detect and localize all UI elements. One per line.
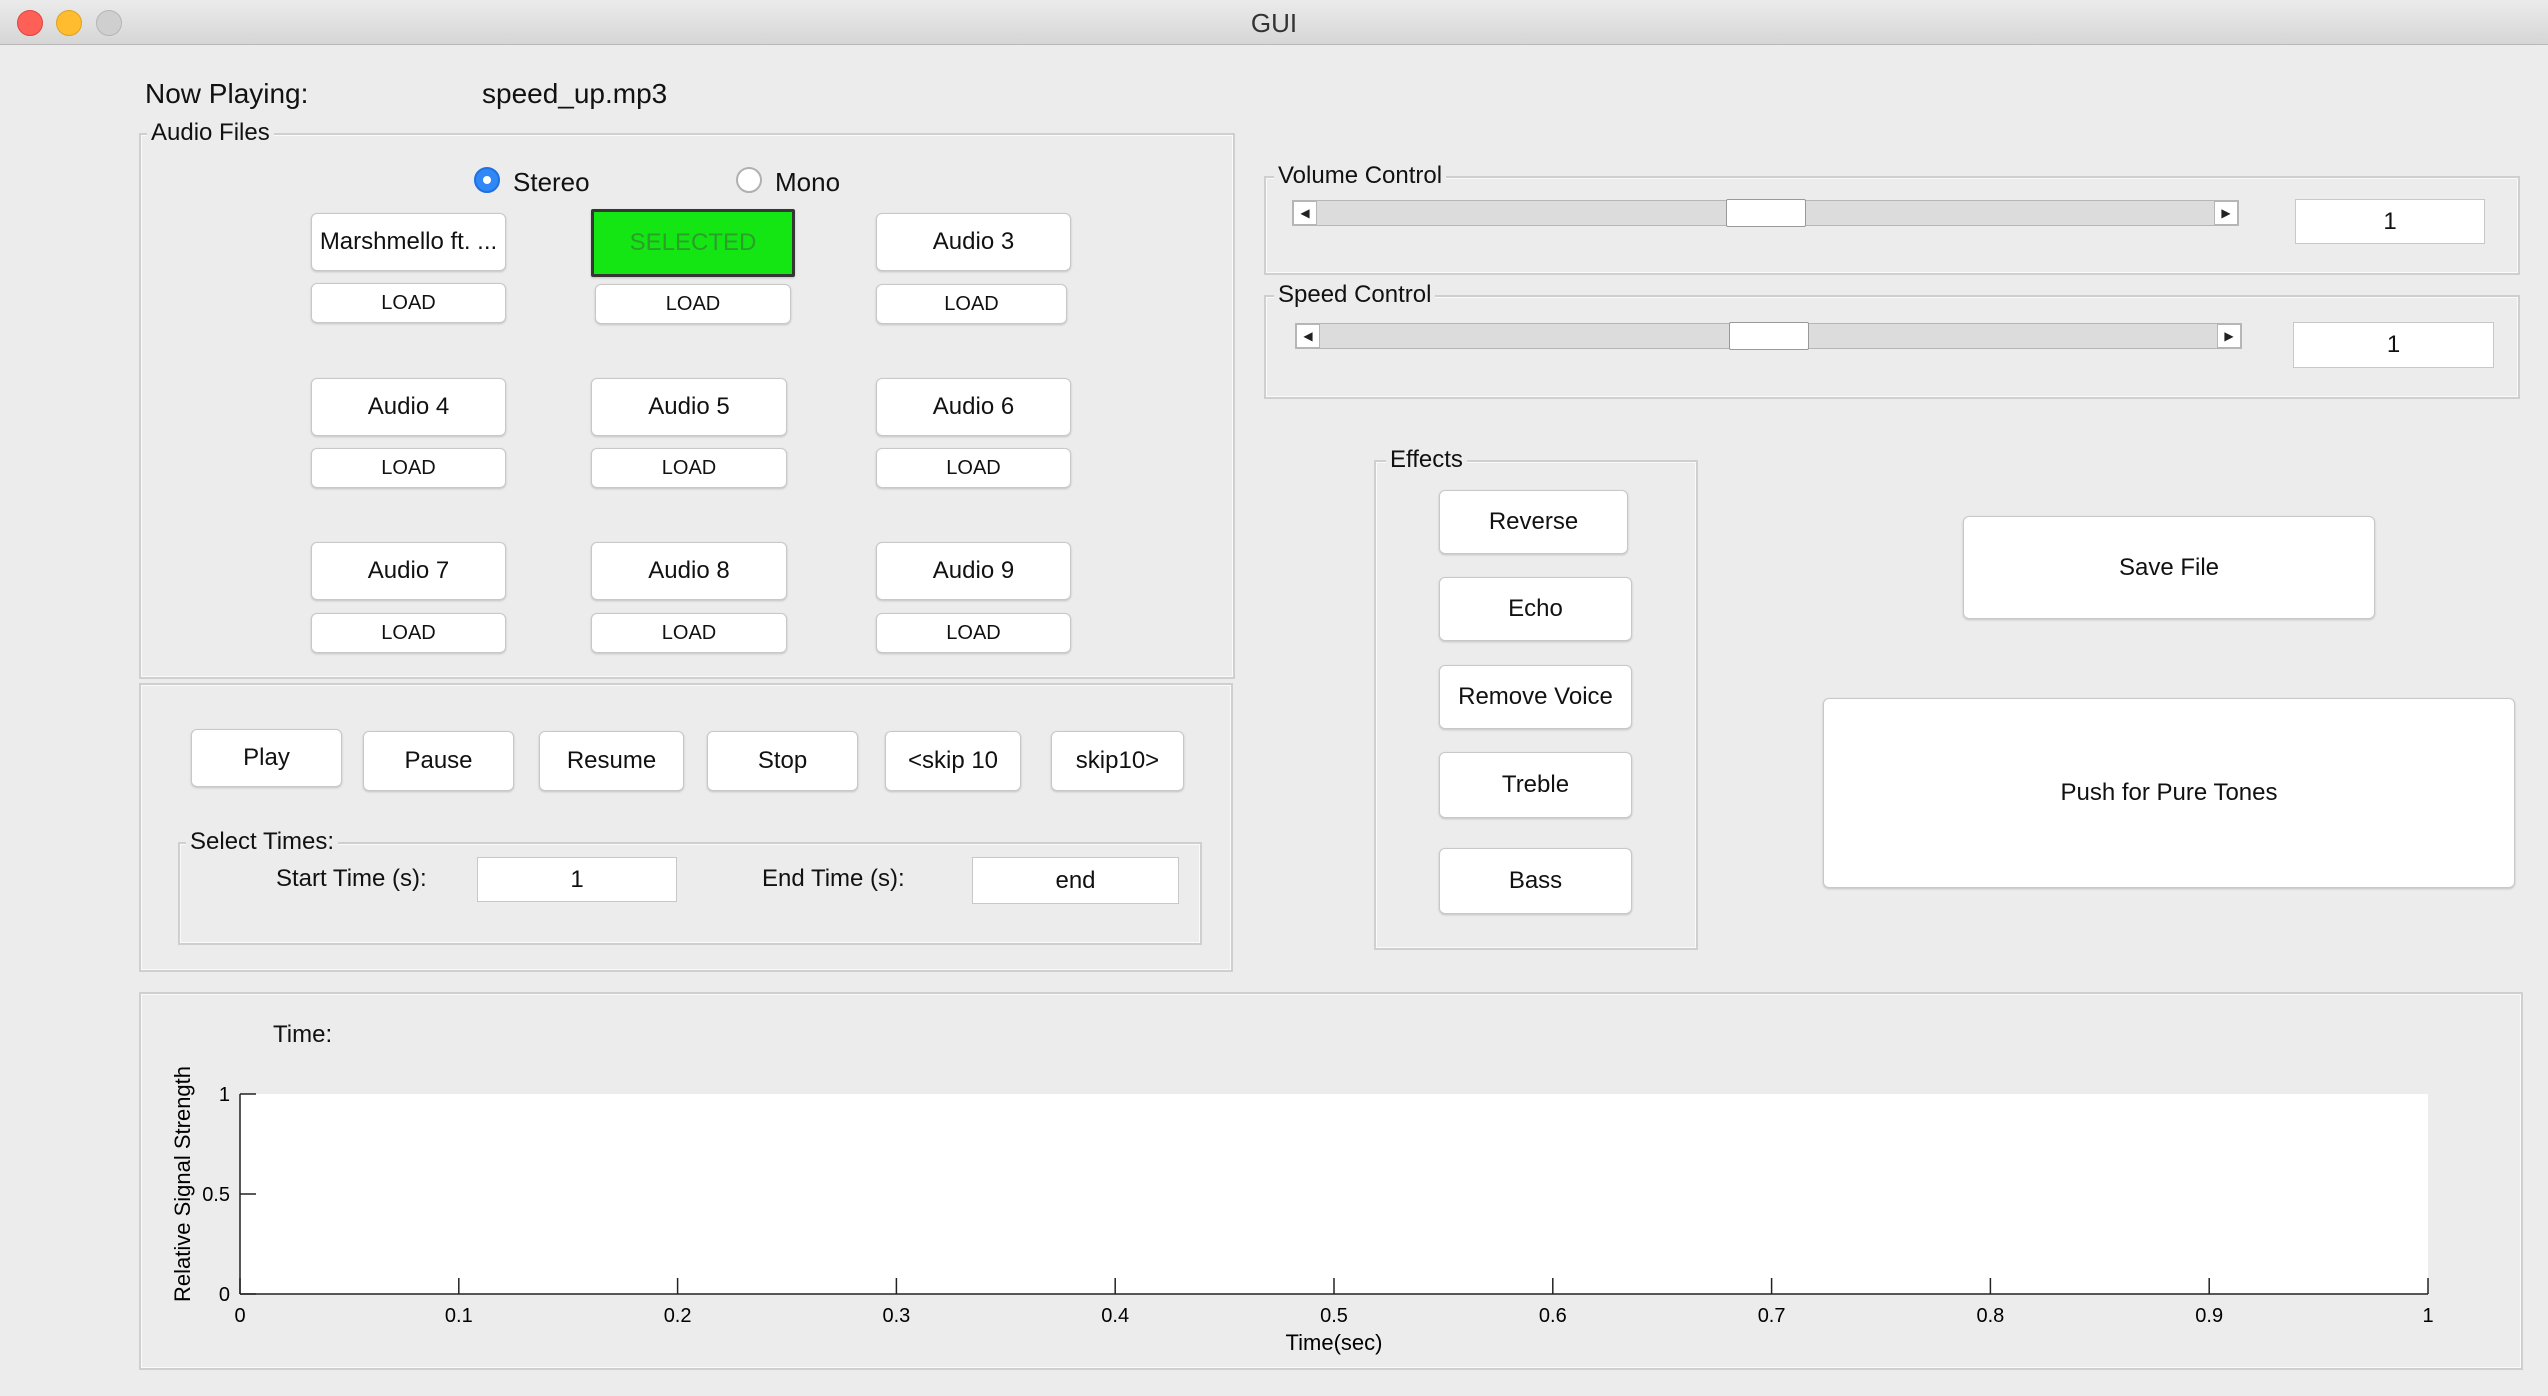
window-title: GUI — [1250, 8, 1298, 38]
signal-plot: 0 0.1 0.2 0.3 0.4 0.5 0.6 0.7 0.8 0.9 1 0 0.5 1 Time… — [170, 1066, 2434, 1355]
load-button-2[interactable]: LOAD — [595, 284, 791, 324]
x-tick-label: 0.6 — [1539, 1305, 1567, 1327]
x-tick-label: 0.3 — [882, 1305, 910, 1327]
volume-value-input[interactable]: 1 — [2295, 199, 2485, 244]
audio-track-button-3[interactable]: Audio 3 — [876, 213, 1071, 271]
x-tick-label: 0.2 — [664, 1305, 692, 1327]
pure-tones-button[interactable]: Push for Pure Tones — [1823, 698, 2515, 888]
plot-area — [240, 1094, 2428, 1294]
y-tick-label: 0 — [219, 1284, 230, 1306]
x-tick-label: 0 — [234, 1305, 245, 1327]
audio-files-title: Audio Files — [147, 119, 274, 147]
audio-track-button-5[interactable]: Audio 5 — [591, 378, 787, 436]
treble-button[interactable]: Treble — [1439, 752, 1632, 818]
load-button-8[interactable]: LOAD — [591, 613, 787, 653]
load-button-3[interactable]: LOAD — [876, 284, 1067, 324]
speed-slider-left-arrow-icon[interactable]: ◀ — [1296, 324, 1320, 348]
load-button-1[interactable]: LOAD — [311, 283, 506, 323]
x-tick-label: 1 — [2422, 1305, 2433, 1327]
speed-slider[interactable]: ◀ ▶ — [1295, 322, 2242, 350]
play-button[interactable]: Play — [191, 729, 342, 787]
effects-title: Effects — [1386, 446, 1467, 474]
volume-slider-right-arrow-icon[interactable]: ▶ — [2214, 201, 2238, 225]
x-tick-label: 0.9 — [2195, 1305, 2223, 1327]
x-tick-label: 0.7 — [1758, 1305, 1786, 1327]
stop-button[interactable]: Stop — [707, 731, 858, 791]
stereo-radio[interactable] — [474, 167, 500, 193]
volume-slider[interactable]: ◀ ▶ — [1292, 199, 2239, 227]
audio-track-button-4[interactable]: Audio 4 — [311, 378, 506, 436]
load-button-6[interactable]: LOAD — [876, 448, 1071, 488]
x-tick-label: 0.4 — [1101, 1305, 1129, 1327]
remove-voice-button[interactable]: Remove Voice — [1439, 665, 1632, 729]
end-time-input[interactable]: end — [972, 857, 1179, 904]
skip-forward-button[interactable]: skip10> — [1051, 731, 1184, 791]
speed-slider-right-arrow-icon[interactable]: ▶ — [2217, 324, 2241, 348]
app-window: GUI Now Playing: speed_up.mp3 Audio File… — [0, 0, 2548, 1396]
mono-radio[interactable] — [736, 167, 762, 193]
audio-track-button-6[interactable]: Audio 6 — [876, 378, 1071, 436]
reverse-button[interactable]: Reverse — [1439, 490, 1628, 554]
x-tick-label: 0.1 — [445, 1305, 473, 1327]
end-time-label: End Time (s): — [762, 865, 905, 892]
load-button-4[interactable]: LOAD — [311, 448, 506, 488]
audio-track-button-7[interactable]: Audio 7 — [311, 542, 506, 600]
volume-slider-left-arrow-icon[interactable]: ◀ — [1293, 201, 1317, 225]
audio-track-button-8[interactable]: Audio 8 — [591, 542, 787, 600]
bass-button[interactable]: Bass — [1439, 848, 1632, 914]
x-axis-label: Time(sec) — [1286, 1330, 1383, 1355]
load-button-9[interactable]: LOAD — [876, 613, 1071, 653]
y-tick-label: 0.5 — [202, 1184, 230, 1206]
x-tick-label: 0.5 — [1320, 1305, 1348, 1327]
volume-control-title: Volume Control — [1274, 162, 1447, 190]
title-bar: GUI — [0, 0, 2548, 45]
save-file-button[interactable]: Save File — [1963, 516, 2375, 619]
audio-track-button-2[interactable]: SELECTED — [591, 209, 795, 277]
now-playing-value: speed_up.mp3 — [482, 78, 668, 109]
y-tick-label: 1 — [219, 1084, 230, 1106]
echo-button[interactable]: Echo — [1439, 577, 1632, 641]
load-button-5[interactable]: LOAD — [591, 448, 787, 488]
start-time-input[interactable]: 1 — [477, 857, 677, 902]
speed-control-title: Speed Control — [1274, 281, 1436, 309]
select-times-title: Select Times: — [186, 828, 339, 856]
audio-track-button-1[interactable]: Marshmello ft. ... — [311, 213, 506, 271]
speed-slider-thumb[interactable] — [1728, 322, 1809, 350]
y-axis-label: Relative Signal Strength — [170, 1066, 195, 1302]
skip-back-button[interactable]: <skip 10 — [885, 731, 1021, 791]
stereo-label: Stereo — [513, 167, 590, 197]
speed-value-input[interactable]: 1 — [2293, 322, 2494, 368]
mono-label: Mono — [775, 167, 841, 197]
pause-button[interactable]: Pause — [363, 731, 514, 791]
audio-track-button-9[interactable]: Audio 9 — [876, 542, 1071, 600]
time-readout-label: Time: — [273, 1021, 333, 1048]
load-button-7[interactable]: LOAD — [311, 613, 506, 653]
resume-button[interactable]: Resume — [539, 731, 684, 791]
volume-slider-thumb[interactable] — [1725, 199, 1806, 227]
start-time-label: Start Time (s): — [276, 865, 427, 892]
now-playing-label: Now Playing: — [145, 78, 309, 109]
x-tick-label: 0.8 — [1976, 1305, 2004, 1327]
